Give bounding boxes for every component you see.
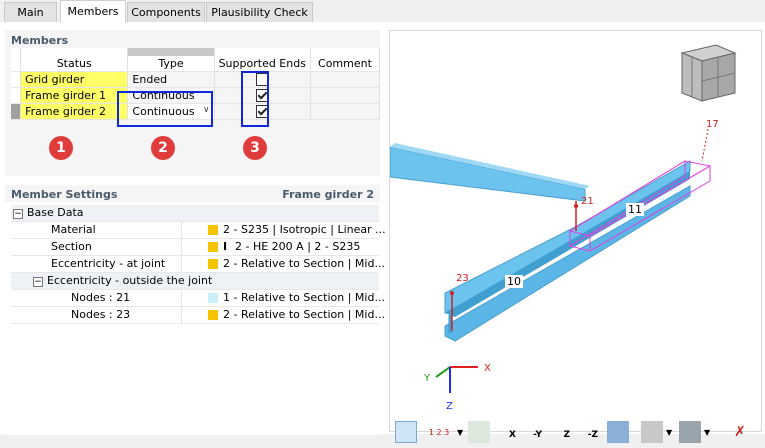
status-cell[interactable]: Frame girder 1: [20, 87, 129, 104]
callout-badge-1: 1: [49, 136, 73, 160]
navigation-cube-icon[interactable]: [680, 44, 737, 102]
node-label-23: 23: [456, 273, 469, 284]
member-label-11: 11: [628, 203, 642, 216]
tree-group-base-data[interactable]: − Base Data: [11, 205, 379, 222]
comment-cell[interactable]: [310, 87, 381, 104]
comment-cell[interactable]: [310, 103, 381, 120]
coordinate-axes-icon: X Y Z: [423, 363, 491, 412]
tree-item-eccentricity-joint[interactable]: Eccentricity - at joint 2 - Relative to …: [11, 256, 385, 273]
model-render: 17 21 23 11 10 X Y Z: [389, 44, 737, 412]
tree-group-eccentricity-outside[interactable]: − Eccentricity - outside the joint: [11, 273, 379, 290]
display-icon[interactable]: [468, 421, 490, 443]
current-row-marker[interactable]: [11, 103, 22, 120]
box-icon[interactable]: [641, 421, 663, 443]
type-highlight-box: [117, 91, 213, 127]
dropdown-icon[interactable]: ▼: [703, 421, 713, 443]
col-header-status: Status: [20, 56, 129, 72]
color-swatch-icon: [208, 242, 218, 252]
render-icon[interactable]: [607, 421, 629, 443]
tree-item-nodes-23[interactable]: Nodes : 23 2 - Relative to Section | Mid…: [11, 307, 385, 324]
svg-text:Y: Y: [423, 373, 431, 384]
3d-viewport[interactable]: 17 21 23 11 10 X Y Z: [389, 30, 762, 432]
col-header-type: Type: [127, 56, 215, 72]
color-swatch-icon: [208, 310, 218, 320]
collapse-icon[interactable]: −: [33, 277, 43, 287]
view-select-icon[interactable]: [395, 421, 417, 443]
print-icon[interactable]: [679, 421, 701, 443]
col-header-comment: Comment: [310, 56, 381, 72]
close-x-icon[interactable]: ✗: [729, 421, 751, 443]
dropdown-icon[interactable]: ▼: [456, 421, 466, 443]
table-row[interactable]: Grid girder Ended: [11, 71, 381, 88]
tab-plausibility-check[interactable]: Plausibility Check: [206, 2, 313, 22]
status-cell[interactable]: Frame girder 2: [20, 103, 129, 120]
node-marker: [450, 291, 454, 295]
tree-item-nodes-21[interactable]: Nodes : 21 1 - Relative to Section | Mid…: [11, 290, 385, 307]
node-label-17: 17: [706, 119, 719, 130]
node-marker: [574, 204, 578, 208]
grid-girder-shape: [389, 146, 586, 202]
i-section-icon: I: [223, 240, 228, 253]
view-x-icon[interactable]: X: [495, 421, 517, 443]
view-minus-z-icon[interactable]: -Z: [577, 421, 599, 443]
col-header-supported-ends: Supported Ends: [214, 56, 311, 72]
member-label-10: 10: [507, 275, 521, 288]
tab-members[interactable]: Members: [60, 0, 126, 23]
svg-text:Z: Z: [446, 401, 453, 412]
selected-member-label: Frame girder 2: [282, 188, 374, 201]
dropdown-icon[interactable]: ▼: [665, 421, 675, 443]
tab-main[interactable]: Main: [4, 2, 57, 22]
color-swatch-icon: [208, 293, 218, 303]
members-panel: Members Status Type Supported Ends Comme…: [5, 30, 381, 176]
tab-components[interactable]: Components: [127, 2, 205, 22]
numbering-icon[interactable]: 1 2 3: [422, 421, 456, 443]
callout-badge-2: 2: [151, 136, 175, 160]
callout-badge-3: 3: [243, 136, 267, 160]
svg-text:X: X: [484, 363, 491, 374]
collapse-icon[interactable]: −: [13, 209, 23, 219]
tree-item-section[interactable]: Section I 2 - HE 200 A | 2 - S235: [11, 239, 379, 256]
view-z-icon[interactable]: Z: [549, 421, 571, 443]
view-minus-y-icon[interactable]: -Y: [521, 421, 543, 443]
color-swatch-icon: [208, 225, 218, 235]
content-area: Members Status Type Supported Ends Comme…: [0, 22, 765, 443]
member-settings-title: Member Settings: [11, 188, 118, 201]
member-settings-panel: Member Settings Frame girder 2 − Base Da…: [5, 185, 386, 435]
tree-item-material[interactable]: Material 2 - S235 | Isotropic | Linear .…: [11, 222, 386, 239]
status-cell[interactable]: Grid girder: [20, 71, 129, 88]
tab-bar: Main Members Components Plausibility Che…: [0, 0, 765, 23]
settings-tree: − Base Data Material 2 - S235 | Isotropi…: [11, 205, 386, 324]
color-swatch-icon: [208, 259, 218, 269]
members-title: Members: [11, 34, 69, 47]
node-label-21: 21: [581, 196, 594, 207]
supported-ends-highlight-box: [241, 71, 269, 127]
comment-cell[interactable]: [310, 71, 381, 88]
type-cell[interactable]: Ended: [127, 71, 215, 88]
